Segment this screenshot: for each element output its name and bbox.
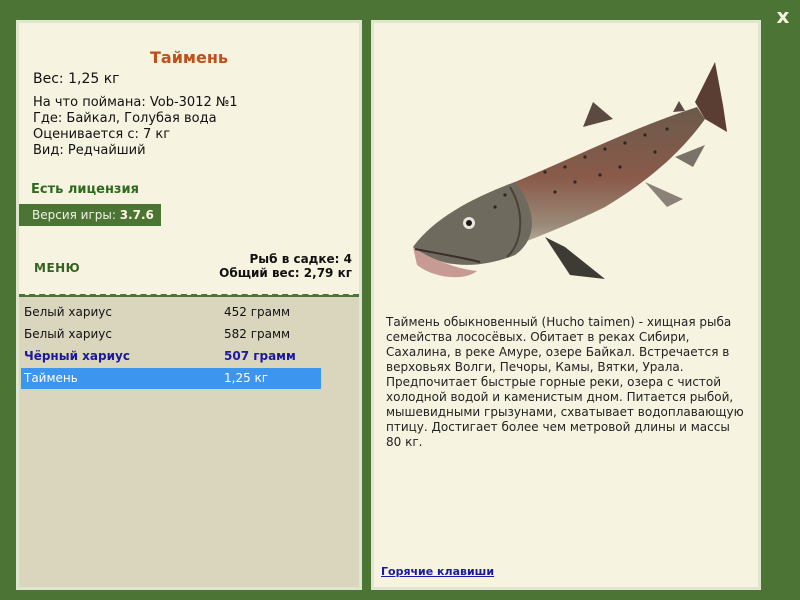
catch-weight: 1,25 кг bbox=[224, 371, 269, 385]
caught-with: На что поймана: Vob-3012 №1 bbox=[33, 95, 238, 110]
fish-weight: Вес: 1,25 кг bbox=[33, 71, 120, 87]
catch-weight: 582 грамм bbox=[224, 327, 291, 341]
catch-name: Белый хариус bbox=[24, 327, 112, 341]
fish-kind: Вид: Редчайший bbox=[33, 143, 146, 158]
hotkeys-link[interactable]: Горячие клавиши bbox=[381, 565, 494, 578]
dashed-divider bbox=[19, 294, 359, 296]
catch-row[interactable]: Чёрный хариус 507 грамм bbox=[21, 346, 321, 367]
menu-button[interactable]: МЕНЮ bbox=[34, 261, 80, 275]
catch-name: Таймень bbox=[24, 371, 78, 385]
catch-row[interactable]: Белый хариус 452 грамм bbox=[21, 302, 321, 323]
catch-weight: 452 грамм bbox=[224, 305, 291, 319]
catch-location: Где: Байкал, Голубая вода bbox=[33, 111, 217, 126]
game-version: Версия игры: 3.7.6 bbox=[19, 204, 161, 226]
version-label: Версия игры: bbox=[32, 208, 116, 222]
fish-title: Таймень bbox=[149, 48, 229, 67]
catch-weight: 507 грамм bbox=[224, 349, 296, 363]
fish-description: Таймень обыкновенный (Hucho taimen) - хи… bbox=[386, 315, 744, 449]
version-value: 3.7.6 bbox=[119, 208, 154, 222]
catch-name: Чёрный хариус bbox=[24, 349, 130, 363]
license-status: Есть лицензия bbox=[31, 182, 139, 197]
keepnet-total-weight: Общий вес: 2,79 кг bbox=[219, 266, 352, 280]
keepnet-count: Рыб в садке: 4 bbox=[249, 252, 353, 266]
catch-row-selected[interactable]: Таймень 1,25 кг bbox=[21, 368, 321, 389]
catch-name: Белый хариус bbox=[24, 305, 112, 319]
taimen-fish-image bbox=[413, 62, 727, 279]
catch-row[interactable]: Белый хариус 582 грамм bbox=[21, 324, 321, 345]
close-button[interactable]: x bbox=[770, 4, 796, 28]
rated-from: Оценивается с: 7 кг bbox=[33, 127, 171, 142]
